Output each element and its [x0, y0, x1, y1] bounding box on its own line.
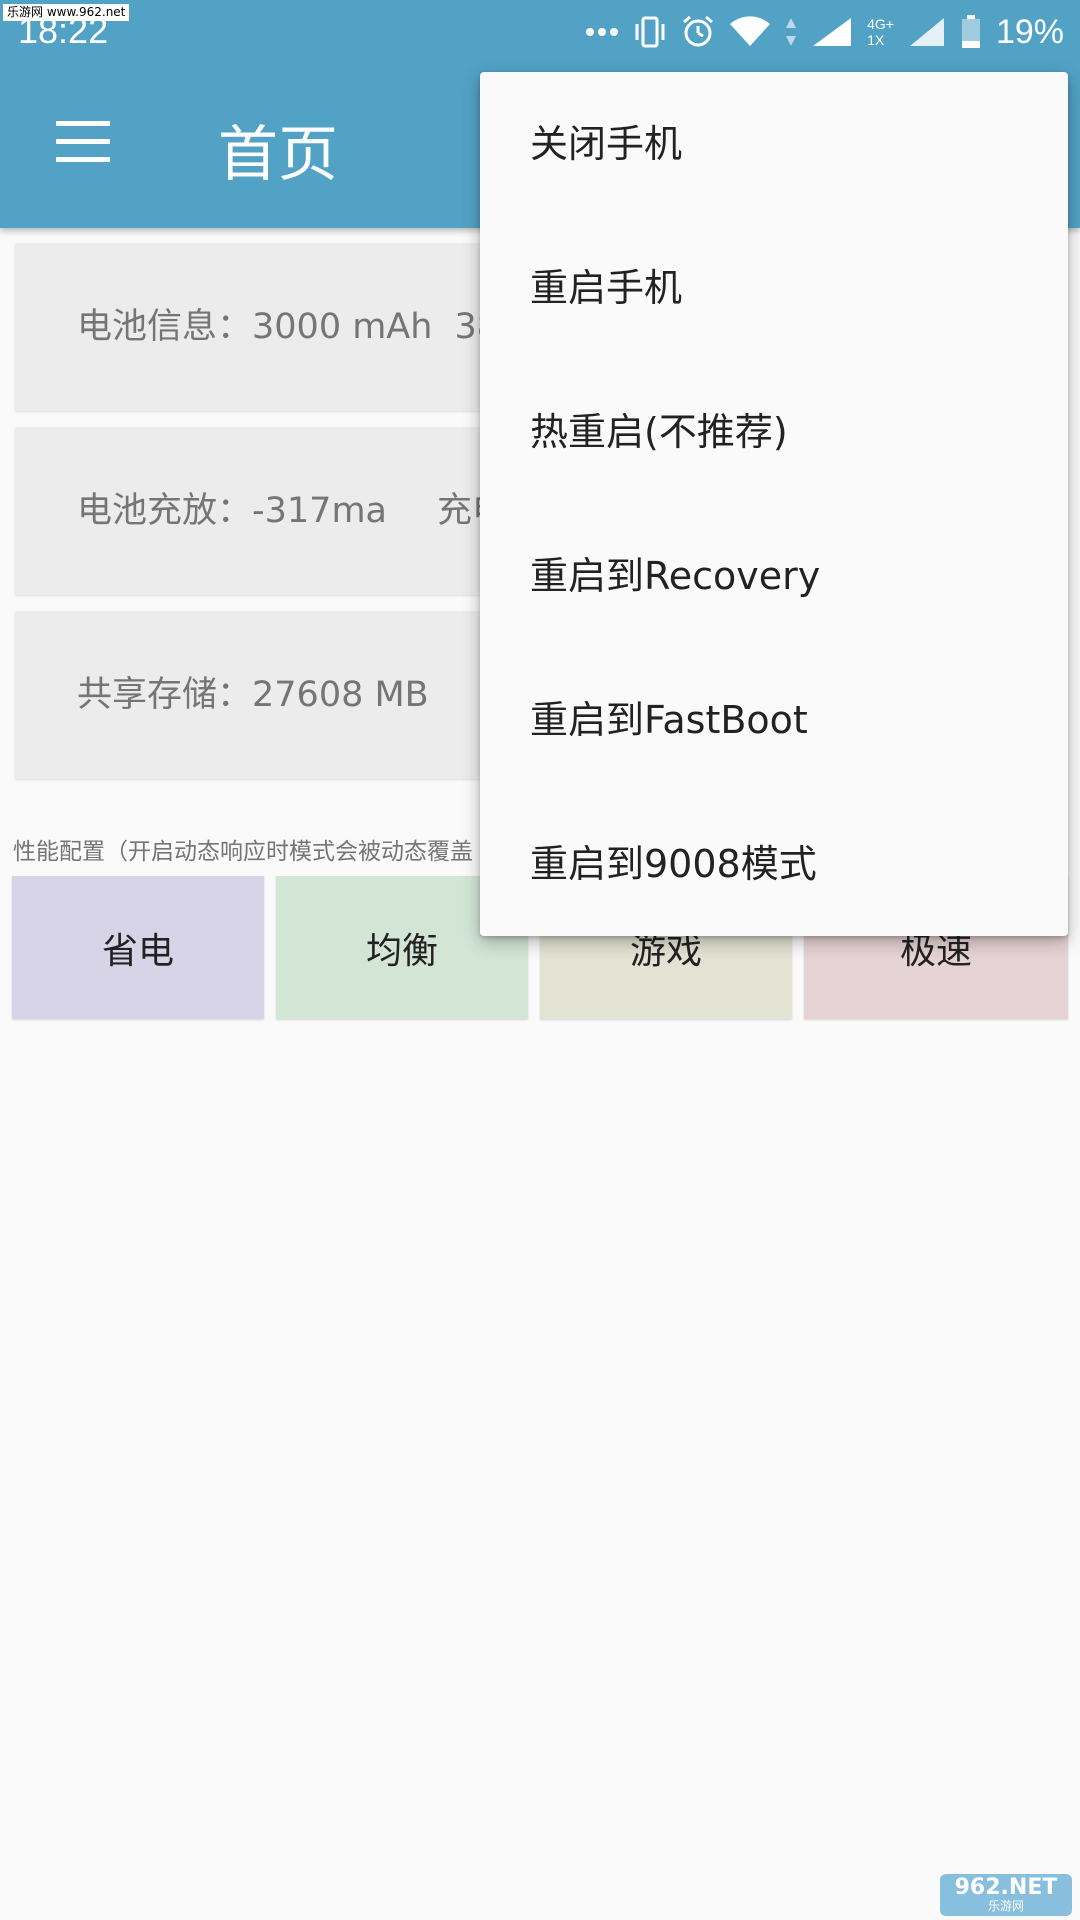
storage-value: 27608 MB [252, 675, 429, 715]
watermark-sub: 乐游网 [987, 1899, 1024, 1913]
watermark-bottom: 962.NET 乐游网 [940, 1874, 1072, 1916]
data-arrows-icon [785, 16, 797, 48]
menu-item-reboot-recovery[interactable]: 重启到Recovery [480, 504, 1068, 648]
battery-info-line: 电池信息：3000 mAh 38 [77, 243, 499, 411]
vibrate-icon [633, 16, 667, 48]
battery-charge-label: 电池充放： [77, 491, 253, 531]
menu-item-reboot-9008[interactable]: 重启到9008模式 [480, 792, 1068, 936]
storage-label: 共享存储： [77, 675, 253, 715]
page-title: 首页 [218, 120, 338, 190]
wifi-icon [729, 16, 771, 48]
alarm-icon [681, 15, 715, 49]
hamburger-menu-icon[interactable] [52, 117, 114, 169]
storage-line: 共享存储：27608 MB [77, 611, 429, 779]
battery-percent: 19% [995, 12, 1064, 51]
battery-charge-value: -317ma [252, 491, 387, 531]
menu-item-shutdown[interactable]: 关闭手机 [480, 72, 1068, 216]
watermark-logo: 962.NET [954, 1875, 1058, 1900]
power-popup-menu: 关闭手机 重启手机 热重启(不推荐) 重启到Recovery 重启到FastBo… [480, 72, 1068, 936]
watermark-top: 乐游网 www.962.net [3, 4, 130, 21]
menu-item-hot-reboot[interactable]: 热重启(不推荐) [480, 360, 1068, 504]
battery-charge-line: 电池充放：-317ma 充电 [77, 427, 507, 595]
network-type-label: 4G+ [867, 16, 894, 32]
battery-icon [960, 15, 982, 49]
menu-item-reboot-fastboot[interactable]: 重启到FastBoot [480, 648, 1068, 792]
network-sub-label: 1X [867, 32, 885, 48]
menu-item-reboot[interactable]: 重启手机 [480, 216, 1068, 360]
status-icons: 4G+ 1X 19% [585, 10, 1064, 54]
profile-power-save-button[interactable]: 省电 [12, 876, 264, 1019]
performance-section-label: 性能配置（开启动态响应时模式会被动态覆盖 [13, 839, 473, 865]
network-type: 4G+ 1X [867, 16, 894, 48]
signal-icon [811, 16, 853, 48]
screen: 乐游网 www.962.net 18:22 4G+ 1X 19% 首页 电池信息… [0, 0, 1080, 1920]
battery-info-value: 3000 mAh [252, 307, 433, 347]
more-dots-icon [585, 27, 619, 37]
battery-info-label: 电池信息： [77, 307, 253, 347]
signal-icon-2 [908, 16, 946, 48]
